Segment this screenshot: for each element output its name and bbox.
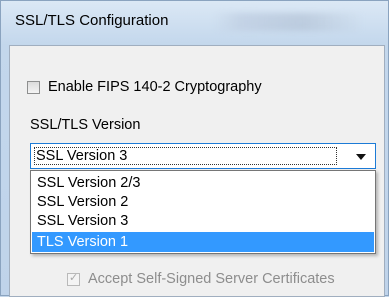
accept-self-signed-row: ✓ Accept Self-Signed Server Certificates bbox=[67, 270, 335, 288]
accept-self-signed-label: Accept Self-Signed Server Certificates bbox=[88, 271, 335, 287]
title-bar[interactable]: SSL/TLS Configuration bbox=[1, 1, 389, 45]
chevron-down-icon[interactable] bbox=[356, 154, 366, 160]
ssl-version-select[interactable]: SSL Version 3 bbox=[30, 143, 376, 169]
dropdown-option-ssl-3[interactable]: SSL Version 3 bbox=[32, 211, 374, 231]
fips-checkbox-row[interactable]: Enable FIPS 140-2 Cryptography bbox=[27, 78, 262, 96]
window-title: SSL/TLS Configuration bbox=[15, 12, 169, 29]
dropdown-option-ssl-2-3[interactable]: SSL Version 2/3 bbox=[32, 173, 374, 193]
checkmark-icon: ✓ bbox=[69, 271, 79, 284]
dropdown-option-tls-1[interactable]: TLS Version 1 bbox=[32, 232, 374, 252]
ssl-version-label: SSL/TLS Version bbox=[30, 117, 141, 133]
fips-label[interactable]: Enable FIPS 140-2 Cryptography bbox=[48, 79, 262, 95]
dropdown-option-ssl-2[interactable]: SSL Version 2 bbox=[32, 192, 374, 212]
fips-checkbox[interactable] bbox=[27, 80, 40, 94]
accept-self-signed-checkbox: ✓ bbox=[67, 271, 80, 286]
blurred-background-tabs bbox=[213, 13, 363, 31]
ssl-version-dropdown-list: SSL Version 2/3 SSL Version 2 SSL Versio… bbox=[30, 170, 376, 254]
ssl-version-selected-value: SSL Version 3 bbox=[34, 147, 337, 165]
